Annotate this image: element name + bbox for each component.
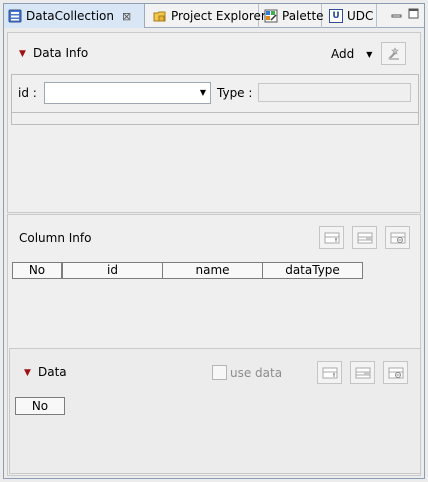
collapse-triangle-icon[interactable]: ▼ [19,49,26,59]
data-info-title: Data Info [33,46,89,60]
tab-label: UDC [347,9,374,23]
minimize-icon[interactable] [391,10,403,20]
data-info-form-footer [12,112,418,113]
column-add-row-button[interactable] [319,226,344,249]
tab-datacollection[interactable]: DataCollection ⊠ [4,4,145,28]
data-delete-row-button[interactable] [383,361,408,384]
data-title: Data [38,365,67,379]
id-label: id : [18,86,37,100]
column-delete-row-button[interactable] [385,226,410,249]
data-header-no[interactable]: No [15,397,65,415]
id-combo[interactable]: ▼ [44,82,211,104]
tab-label: Palette [282,9,324,23]
udc-icon: U [329,9,343,23]
tab-label: DataCollection [26,9,115,23]
data-add-row-button[interactable] [317,361,342,384]
close-icon[interactable]: ⊠ [122,10,131,23]
use-data-toggle[interactable]: use data [212,365,282,380]
view-tab-bar: DataCollection ⊠ Project Explorer Palett… [4,4,424,28]
insert-row-icon [355,366,371,380]
column-insert-row-button[interactable] [352,226,377,249]
wand-icon [386,46,402,62]
add-label: Add [331,47,355,61]
collapse-triangle-icon[interactable]: ▼ [24,368,31,378]
tab-udc[interactable]: U UDC [323,4,377,28]
type-field[interactable] [258,83,411,102]
folder-icon [153,9,167,23]
tab-label: Project Explorer [171,9,266,23]
column-info-title: Column Info [19,231,92,245]
column-header-id[interactable]: id [62,262,163,279]
dropdown-arrow-icon: ▼ [366,49,373,59]
data-insert-row-button[interactable] [350,361,375,384]
add-row-icon [324,231,340,245]
add-button[interactable]: Add ▼ [331,47,372,61]
insert-row-icon [357,231,373,245]
use-data-label: use data [230,365,283,380]
data-collection-icon [8,9,22,23]
data-table-header: No [15,397,65,415]
column-header-name[interactable]: name [162,262,263,279]
palette-icon [264,9,278,23]
add-row-icon [322,366,338,380]
delete-row-icon [390,231,406,245]
tab-project-explorer[interactable]: Project Explorer [147,4,266,28]
maximize-icon[interactable] [408,8,420,20]
use-data-checkbox[interactable] [212,365,227,380]
column-header-datatype[interactable]: dataType [262,262,363,279]
chevron-down-icon: ▼ [199,88,206,97]
column-table-header: No id name dataType [12,262,364,279]
delete-row-icon [388,366,404,380]
tab-palette[interactable]: Palette [260,4,324,28]
column-header-no[interactable]: No [12,262,62,279]
type-label: Type : [217,86,253,100]
wizard-button[interactable] [381,42,406,65]
